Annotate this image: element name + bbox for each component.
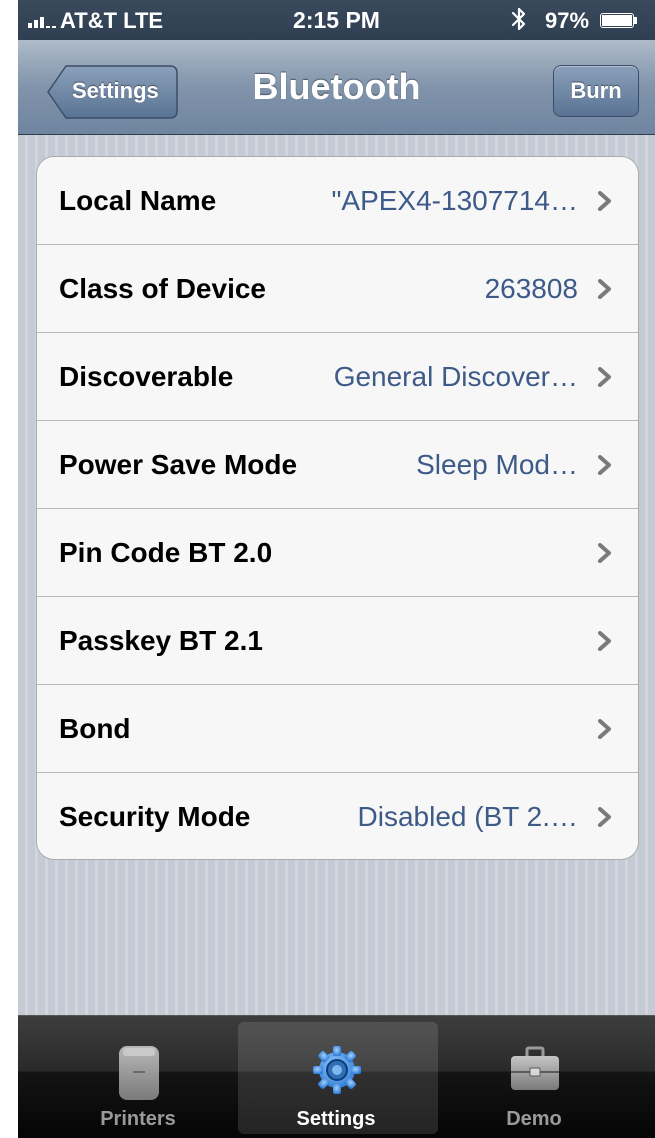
cell-label: Discoverable [59,361,234,392]
tab-label: Demo [506,1108,562,1130]
chevron-right-icon [598,455,611,475]
chevron-right-icon [598,631,611,651]
tab-settings[interactable]: Settings [236,1016,438,1138]
cell-bond[interactable]: Bond [37,685,638,773]
cell-label: Bond [59,713,131,744]
battery-percentage: 97% [545,8,590,33]
screen: AT&T LTE 2:15 PM 97% Settings Bluetooth … [0,0,655,1138]
cell-value: Disabled (BT 2.… [357,801,578,832]
cell-label: Local Name [59,185,217,216]
cell-label: Class of Device [59,273,266,304]
chevron-right-icon [598,543,611,563]
cell-power-save-mode[interactable]: Power Save Mode Sleep Mod… [37,421,638,509]
tab-label: Printers [100,1108,176,1130]
bluetooth-icon [510,6,528,38]
gear-icon [313,1046,361,1094]
chevron-right-icon [598,807,611,827]
bluetooth-settings-table: Local Name "APEX4-1307714… Class of Devi… [36,156,639,860]
cell-local-name[interactable]: Local Name "APEX4-1307714… [37,157,638,245]
printer-icon [119,1046,159,1100]
cell-value: General Discover… [333,361,578,392]
cell-security-mode[interactable]: Security Mode Disabled (BT 2.… [37,773,638,859]
cell-value: 263808 [484,273,578,304]
cell-label: Pin Code BT 2.0 [59,537,273,568]
cell-discoverable[interactable]: Discoverable General Discover… [37,333,638,421]
chevron-right-icon [598,719,611,739]
tab-bar: Printers Settings Demo [18,1015,655,1138]
briefcase-icon [511,1046,559,1090]
cell-class-of-device[interactable]: Class of Device 263808 [37,245,638,333]
cell-label: Passkey BT 2.1 [59,625,263,656]
tab-label: Settings [296,1108,376,1130]
cell-passkey[interactable]: Passkey BT 2.1 [37,597,638,685]
cell-value: "APEX4-1307714… [331,185,578,216]
navigation-bar: Settings Bluetooth Burn [18,40,655,135]
chevron-right-icon [598,279,611,299]
cell-label: Security Mode [59,801,251,832]
status-bar: AT&T LTE 2:15 PM 97% [18,0,655,40]
cell-pin-code[interactable]: Pin Code BT 2.0 [37,509,638,597]
burn-button[interactable]: Burn [553,65,639,117]
tab-printers[interactable]: Printers [38,1016,238,1138]
chevron-right-icon [598,191,611,211]
settings-content: Local Name "APEX4-1307714… Class of Devi… [18,135,655,1015]
chevron-right-icon [598,367,611,387]
tab-demo[interactable]: Demo [434,1016,634,1138]
battery-icon [600,13,640,30]
cell-label: Power Save Mode [59,449,298,480]
cell-value: Sleep Mod… [416,449,578,480]
